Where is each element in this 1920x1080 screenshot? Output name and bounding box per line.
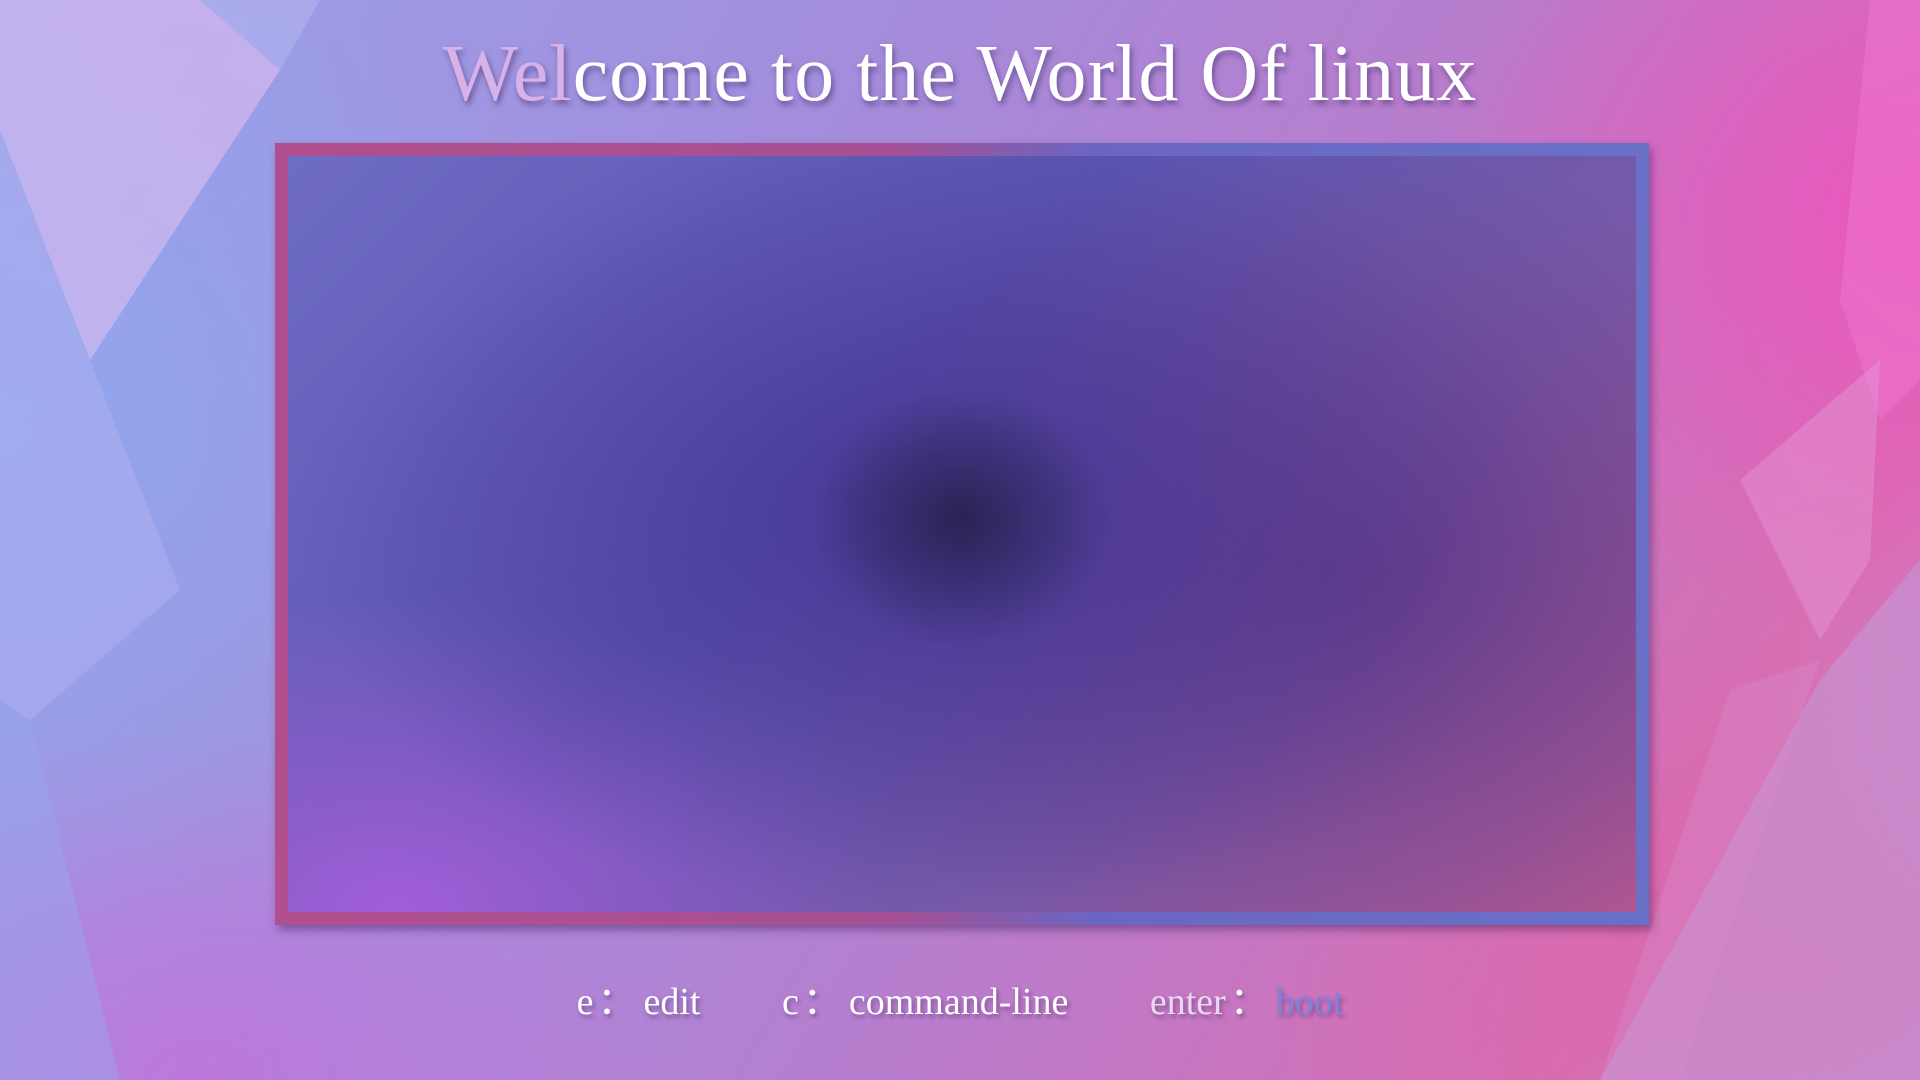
keyboard-hints: e： edit c： command-line enter： boot xyxy=(0,978,1920,1026)
hint-edit-action: edit xyxy=(643,981,701,1023)
hint-boot-key: enter xyxy=(1149,981,1226,1023)
hint-boot: enter： boot xyxy=(1150,978,1344,1026)
boot-menu-panel xyxy=(275,143,1649,925)
page-title-lead: Wel xyxy=(442,30,573,118)
page-title-rest: come to the World Of linux xyxy=(572,30,1478,118)
hint-boot-separator: ： xyxy=(1229,981,1268,1023)
hint-command-line-key: c xyxy=(781,981,799,1023)
hint-command-line: c： command-line xyxy=(782,978,1068,1026)
hint-edit: e： edit xyxy=(577,978,701,1026)
page-title: Welcome to the World Of linux xyxy=(0,26,1920,122)
hint-edit-separator: ： xyxy=(597,981,636,1023)
hint-edit-key: e xyxy=(576,981,594,1023)
hint-command-line-separator: ： xyxy=(802,981,841,1023)
hint-boot-action: boot xyxy=(1275,981,1344,1023)
hint-command-line-action: command-line xyxy=(848,981,1069,1023)
